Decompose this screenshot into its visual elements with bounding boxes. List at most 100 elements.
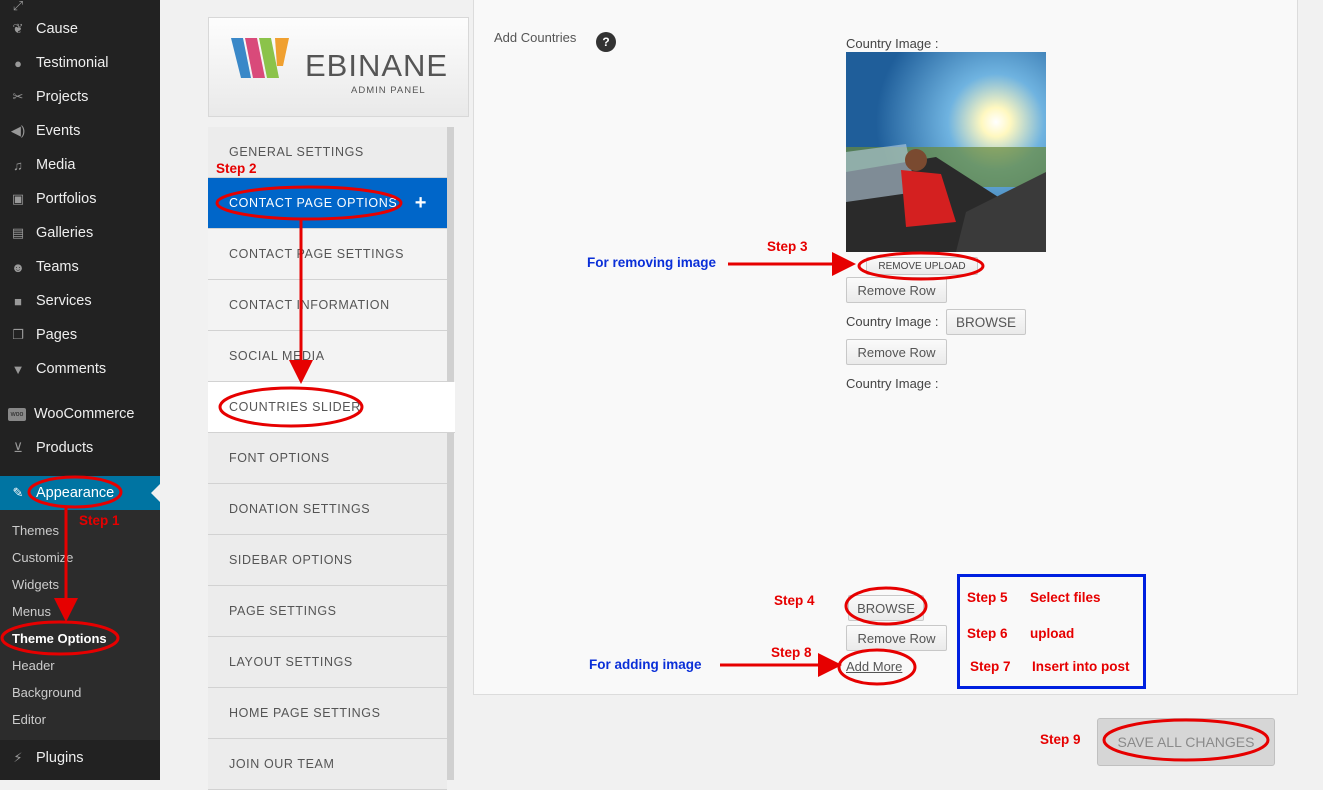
wp-menu-label: Comments — [36, 361, 107, 377]
nav-sidebar-options[interactable]: SIDEBAR OPTIONS — [208, 535, 447, 586]
nav-label: JOIN OUR TEAM — [229, 757, 335, 771]
wp-menu-galleries[interactable]: ▤ Galleries — [0, 216, 160, 250]
woo-icon: woo — [8, 407, 26, 421]
step5-label: Step 5 — [967, 590, 1008, 605]
step7-label: Step 7 — [970, 659, 1011, 674]
submenu-customize[interactable]: Customize — [12, 550, 73, 565]
submenu-widgets[interactable]: Widgets — [12, 577, 59, 592]
country-photo — [846, 52, 1046, 252]
remove-row-button[interactable]: Remove Row — [846, 625, 947, 651]
wp-menu-events[interactable]: ◀) Events — [0, 114, 160, 148]
save-all-changes-button[interactable]: SAVE ALL CHANGES — [1097, 718, 1275, 766]
nav-label: DONATION SETTINGS — [229, 502, 371, 516]
nav-label: FONT OPTIONS — [229, 451, 330, 465]
wp-menu-label: Cause — [36, 21, 78, 37]
country-image-label: Country Image : — [846, 376, 939, 391]
nav-label: CONTACT PAGE SETTINGS — [229, 247, 405, 261]
nav-contact-information[interactable]: CONTACT INFORMATION — [208, 280, 447, 331]
country-image-label: Country Image : — [846, 314, 939, 329]
wp-menu-label: Projects — [36, 89, 89, 105]
leaf-icon: ❦ — [12, 21, 24, 36]
country-image-thumbnail — [846, 52, 1046, 252]
nav-label: CONTACT INFORMATION — [229, 298, 390, 312]
nav-contact-page-options[interactable]: CONTACT PAGE OPTIONS + — [208, 178, 447, 229]
wp-menu-portfolios[interactable]: ▣ Portfolios — [0, 182, 160, 216]
nav-donation-settings[interactable]: DONATION SETTINGS — [208, 484, 447, 535]
for-adding-image-label: For adding image — [589, 657, 702, 672]
add-more-link[interactable]: Add More — [846, 659, 902, 674]
browse-button[interactable]: BROWSE — [946, 309, 1026, 335]
nav-join-our-team[interactable]: JOIN OUR TEAM — [208, 739, 447, 790]
select-files-label: Select files — [1030, 590, 1101, 605]
nav-page-settings[interactable]: PAGE SETTINGS — [208, 586, 447, 637]
step1-label: Step 1 — [79, 513, 120, 528]
remove-row-button[interactable]: Remove Row — [846, 277, 947, 303]
nav-label: CONTACT PAGE OPTIONS — [229, 196, 398, 210]
nav-countries-slider[interactable]: COUNTRIES SLIDER — [208, 382, 455, 433]
upload-label: upload — [1030, 626, 1075, 641]
wp-menu-services[interactable]: ■ Services — [0, 284, 160, 318]
submenu-header[interactable]: Header — [12, 658, 55, 673]
nav-label: SIDEBAR OPTIONS — [229, 553, 353, 567]
scissors-icon: ✂ — [12, 89, 24, 104]
browse-button[interactable]: BROWSE — [848, 595, 924, 621]
nav-label: HOME PAGE SETTINGS — [229, 706, 381, 720]
submenu-background[interactable]: Background — [12, 685, 81, 700]
wp-menu-label: Galleries — [36, 225, 94, 241]
wp-menu-appearance[interactable]: ✎ Appearance — [0, 476, 160, 510]
wp-menu-label: Appearance — [36, 485, 115, 501]
wp-menu-testimonial[interactable]: ● Testimonial — [0, 46, 160, 80]
nav-label: PAGE SETTINGS — [229, 604, 337, 618]
users-icon: ☻ — [11, 259, 25, 275]
wp-menu-label: Plugins — [36, 750, 84, 766]
nav-label: GENERAL SETTINGS — [229, 145, 364, 159]
nav-layout-settings[interactable]: LAYOUT SETTINGS — [208, 637, 447, 688]
wp-menu-teams[interactable]: ☻ Teams — [0, 250, 160, 284]
image-icon: ▣ — [11, 191, 25, 206]
appearance-submenu: Themes Customize Widgets Menus Theme Opt… — [0, 510, 160, 740]
wp-menu-label: Portfolios — [36, 191, 97, 207]
help-icon[interactable]: ? — [596, 32, 616, 52]
brush-icon: ✎ — [12, 485, 24, 500]
plus-icon: + — [414, 191, 427, 214]
wp-menu-products[interactable]: ⊻ Products — [0, 431, 160, 465]
admin-panel-logo: EBINANE ADMIN PANEL — [208, 17, 469, 117]
wp-menu-label: Media — [36, 157, 76, 173]
wp-menu-label: Pages — [36, 327, 78, 343]
nav-contact-page-settings[interactable]: CONTACT PAGE SETTINGS — [208, 229, 447, 280]
step9-label: Step 9 — [1040, 732, 1081, 747]
webinane-w-logo-icon — [231, 38, 289, 78]
plug-icon: ⚡ — [13, 750, 23, 765]
wp-menu-pages[interactable]: ❐ Pages — [0, 318, 160, 352]
nav-social-media[interactable]: SOCIAL MEDIA — [208, 331, 447, 382]
remove-row-button[interactable]: Remove Row — [846, 339, 947, 365]
nav-scrollbar[interactable] — [447, 127, 454, 780]
wp-menu-cause[interactable]: ❦ Cause — [0, 12, 160, 46]
submenu-menus[interactable]: Menus — [12, 604, 51, 619]
current-menu-arrow — [151, 484, 160, 502]
nav-home-page-settings[interactable]: HOME PAGE SETTINGS — [208, 688, 447, 739]
camera-music-icon: ♫ — [13, 157, 23, 173]
megaphone-icon: ◀) — [10, 123, 26, 138]
wp-menu-media[interactable]: ♫ Media — [0, 148, 160, 182]
step2-label: Step 2 — [216, 161, 257, 176]
speech-bubble-icon: ● — [14, 55, 22, 71]
wp-menu-woocommerce[interactable]: woo WooCommerce — [0, 397, 160, 431]
submenu-themes[interactable]: Themes — [12, 523, 59, 538]
submenu-editor[interactable]: Editor — [12, 712, 46, 727]
pages-icon: ❐ — [12, 327, 24, 342]
wp-admin-sidebar: ⤢ ❦ Cause ● Testimonial ✂ Projects ◀) Events… — [0, 0, 160, 780]
submenu-theme-options[interactable]: Theme Options — [12, 631, 107, 646]
logo-subtitle: ADMIN PANEL — [351, 85, 426, 96]
film-icon: ▤ — [11, 225, 25, 240]
wp-menu-projects[interactable]: ✂ Projects — [0, 80, 160, 114]
wp-menu-label: Testimonial — [36, 55, 109, 71]
nav-label: COUNTRIES SLIDER — [229, 400, 361, 414]
wp-menu-label: Teams — [36, 259, 79, 275]
wp-menu-comments[interactable]: ▼ Comments — [0, 352, 160, 386]
wp-menu-label: Products — [36, 440, 94, 456]
nav-font-options[interactable]: FONT OPTIONS — [208, 433, 447, 484]
wp-menu-label: WooCommerce — [34, 406, 135, 422]
wp-menu-plugins[interactable]: ⚡ Plugins — [0, 741, 160, 775]
remove-upload-button[interactable]: REMOVE UPLOAD — [866, 257, 978, 275]
